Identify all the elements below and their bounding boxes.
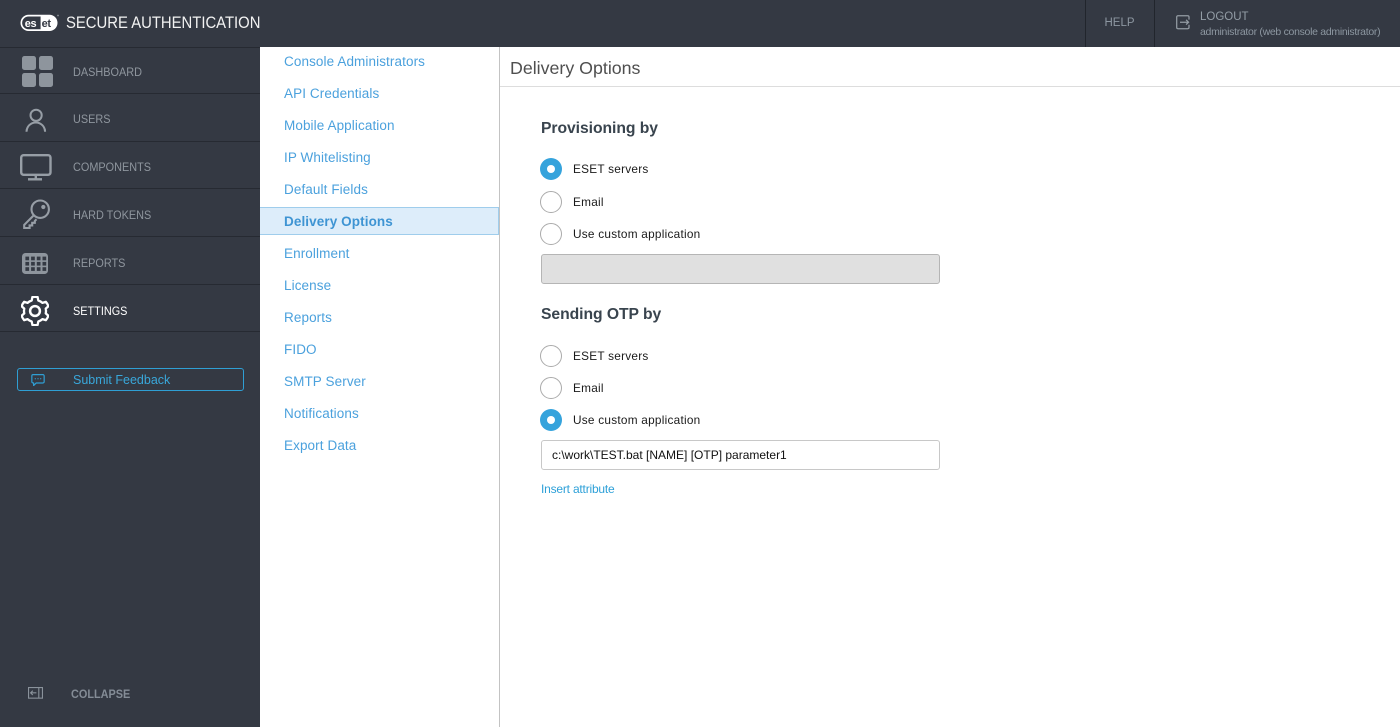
svg-text:et: et <box>41 18 51 30</box>
svg-text:es: es <box>24 18 36 30</box>
